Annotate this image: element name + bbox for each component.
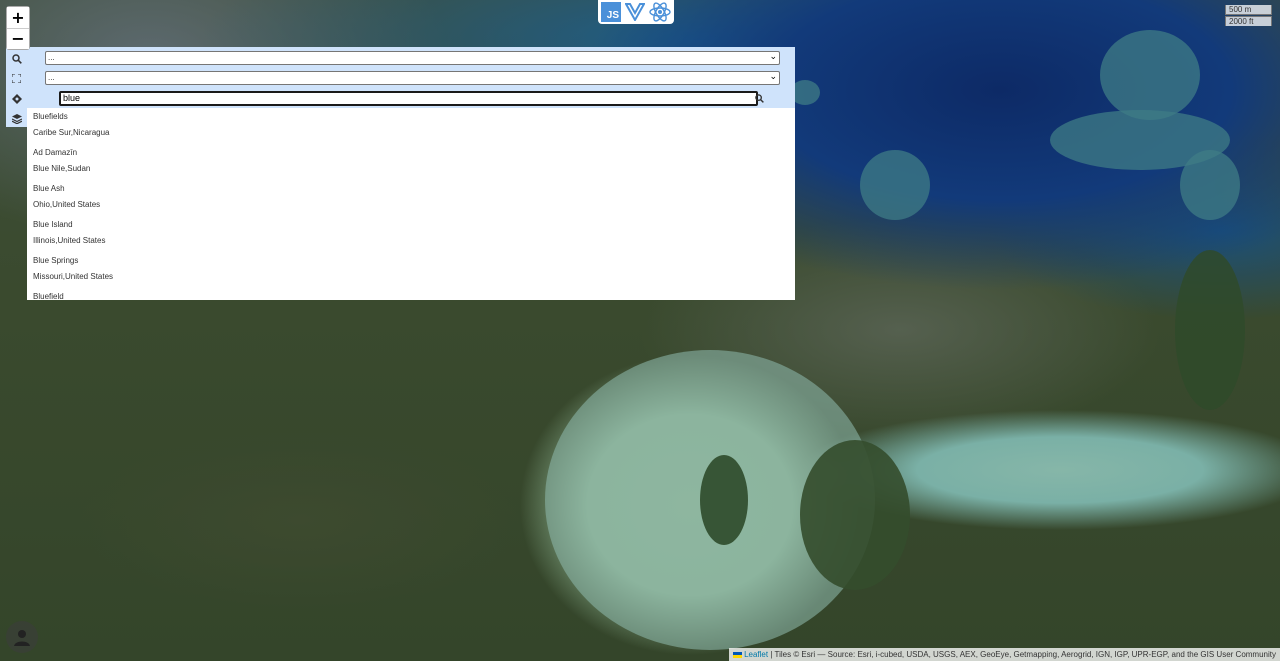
geocoder-panel: ... ⌄ ... ⌄ Bluefields Caribe Sur,Nicara… <box>6 47 795 300</box>
react-icon[interactable] <box>649 2 671 22</box>
layer-select-2-value: ... <box>48 73 55 82</box>
list-item[interactable]: Bluefield <box>27 288 795 300</box>
scale-imperial: 2000 ft <box>1225 16 1272 26</box>
list-item[interactable]: Blue Ash Ohio,United States <box>27 180 795 216</box>
map-scale: 500 m 2000 ft <box>1225 5 1272 26</box>
search-icon[interactable] <box>8 50 25 67</box>
avatar[interactable] <box>6 621 38 653</box>
search-results-list: Bluefields Caribe Sur,Nicaragua Ad Damaz… <box>27 108 795 300</box>
ukraine-flag-icon <box>733 651 743 658</box>
island-shape <box>700 455 748 545</box>
reef-shape <box>1180 150 1240 220</box>
list-item[interactable]: Bluefields Caribe Sur,Nicaragua <box>27 108 795 144</box>
result-name: Ad Damazīn <box>33 148 78 157</box>
zoom-control: + − <box>6 6 30 50</box>
result-name: Blue Ash <box>33 184 65 193</box>
result-region: Missouri,United States <box>33 272 114 281</box>
list-item[interactable]: Ad Damazīn Blue Nile,Sudan <box>27 144 795 180</box>
list-item[interactable]: Blue Springs Missouri,United States <box>27 252 795 288</box>
javascript-icon[interactable]: JS <box>601 2 621 22</box>
vue-icon[interactable] <box>625 3 645 21</box>
zoom-out-button[interactable]: − <box>7 28 29 49</box>
framework-switcher: JS <box>598 0 674 24</box>
search-icon <box>754 93 764 103</box>
island-shape <box>1175 250 1245 410</box>
locate-icon[interactable] <box>8 90 25 107</box>
result-region: Caribe Sur,Nicaragua <box>33 128 110 137</box>
reef-shape <box>1100 30 1200 120</box>
result-name: Bluefield <box>33 292 64 300</box>
zoom-in-button[interactable]: + <box>7 7 29 28</box>
layer-select-2[interactable]: ... ⌄ <box>45 71 780 85</box>
layers-icon[interactable] <box>8 110 25 127</box>
tool-bar <box>6 47 27 127</box>
result-name: Blue Springs <box>33 256 79 265</box>
result-name: Blue Island <box>33 220 73 229</box>
attribution-text: | Tiles © Esri — Source: Esri, i-cubed, … <box>770 650 1276 659</box>
fullscreen-icon[interactable] <box>8 70 25 87</box>
map-attribution: Leaflet | Tiles © Esri — Source: Esri, i… <box>729 648 1280 661</box>
result-region: Illinois,United States <box>33 236 106 245</box>
user-icon <box>14 630 30 646</box>
leaflet-link[interactable]: Leaflet <box>744 650 768 659</box>
layer-select-1-value: ... <box>48 53 55 62</box>
result-region: Blue Nile,Sudan <box>33 164 91 173</box>
island-shape <box>800 440 910 590</box>
chevron-down-icon: ⌄ <box>769 71 777 81</box>
search-button[interactable] <box>752 91 766 105</box>
reef-shape <box>860 150 930 220</box>
chevron-down-icon: ⌄ <box>769 51 777 61</box>
result-name: Bluefields <box>33 112 68 121</box>
result-region: Ohio,United States <box>33 200 101 209</box>
search-input[interactable] <box>59 91 758 106</box>
layer-select-1[interactable]: ... ⌄ <box>45 51 780 65</box>
list-item[interactable]: Blue Island Illinois,United States <box>27 216 795 252</box>
scale-metric: 500 m <box>1225 5 1272 15</box>
